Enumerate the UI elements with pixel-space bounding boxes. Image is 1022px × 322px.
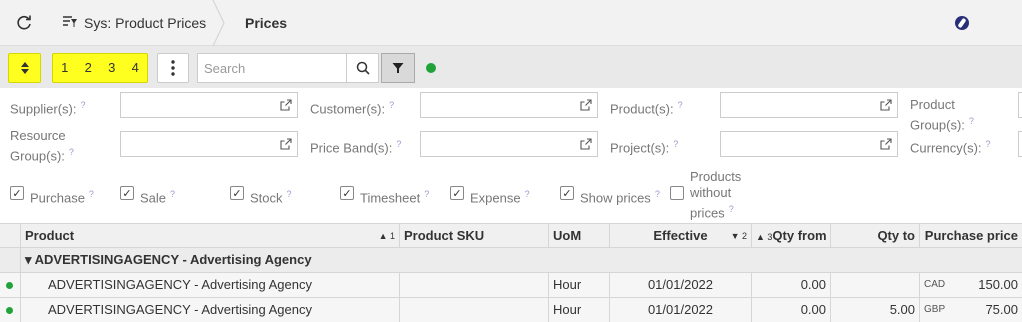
project-label: Project(s):?	[610, 139, 679, 156]
cell-uom: Hour	[549, 273, 610, 297]
show-prices-checkbox[interactable]: ✓	[560, 186, 574, 200]
cell-product: ADVERTISINGAGENCY - Advertising Agency	[21, 298, 400, 322]
sale-checkbox[interactable]: ✓	[120, 186, 134, 200]
row-status	[0, 273, 21, 297]
compass-icon[interactable]	[955, 16, 969, 30]
cell-product: ADVERTISINGAGENCY - Advertising Agency	[21, 273, 400, 297]
cell-sku	[400, 298, 549, 322]
search-icon	[356, 61, 370, 75]
cell-qty-to	[831, 273, 920, 297]
status-indicator	[426, 63, 436, 73]
stock-checkbox[interactable]: ✓	[230, 186, 244, 200]
cell-uom: Hour	[549, 298, 610, 322]
table-row[interactable]: ADVERTISINGAGENCY - Advertising Agency H…	[0, 273, 1022, 298]
supplier-label: Supplier(s):?	[10, 100, 86, 117]
top-header: Sys: Product Prices Prices	[0, 0, 1022, 46]
search-input[interactable]	[197, 53, 347, 83]
resource-group-field[interactable]	[120, 131, 298, 157]
product-field[interactable]	[720, 92, 898, 118]
products-without-prices-checkbox[interactable]	[670, 186, 684, 200]
customer-field[interactable]	[420, 92, 598, 118]
show-prices-label: Show prices?	[580, 189, 660, 206]
open-link-icon[interactable]	[575, 132, 597, 156]
products-without-prices-label: Products without prices?	[690, 169, 742, 221]
currency-field[interactable]	[1018, 131, 1022, 157]
sort-level-3-button[interactable]: 3	[100, 54, 124, 82]
sort-level-1-button[interactable]: 1	[53, 54, 77, 82]
breadcrumb-product-prices[interactable]: Sys: Product Prices	[62, 0, 206, 46]
open-link-icon[interactable]	[275, 93, 297, 117]
cell-effective: 01/01/2022	[610, 273, 752, 297]
column-header-uom[interactable]: UoM	[549, 224, 610, 248]
product-group-field[interactable]	[1018, 92, 1022, 118]
column-header-purchase-price[interactable]: Purchase price	[920, 224, 1022, 248]
breadcrumb-current: Prices	[245, 15, 288, 31]
column-header-effective[interactable]: Effective ▼ 2	[610, 224, 752, 248]
status-dot-icon	[6, 307, 13, 314]
filter-button[interactable]	[381, 53, 415, 83]
purchase-label: Purchase?	[30, 189, 94, 206]
menu-filter-icon	[62, 15, 78, 32]
filter-icon	[392, 63, 404, 73]
cell-purchase-price: CAD 150.00	[924, 277, 1018, 292]
row-status	[0, 298, 21, 322]
refresh-icon[interactable]	[14, 13, 34, 33]
group-row[interactable]: ▾ ADVERTISINGAGENCY - Advertising Agency	[0, 248, 1022, 273]
header-indicator	[0, 224, 21, 248]
sale-label: Sale?	[140, 189, 176, 206]
grid-header: Product ▲ 1 Product SKU UoM Effective ▼ 2 …	[0, 223, 1022, 248]
timesheet-label: Timesheet?	[360, 189, 430, 206]
project-field[interactable]	[720, 131, 898, 157]
status-dot-icon	[6, 282, 13, 289]
price-band-label: Price Band(s):?	[310, 139, 402, 156]
search-button[interactable]	[347, 53, 379, 83]
cell-effective: 01/01/2022	[610, 298, 752, 322]
product-group-label: Product Group(s):?	[910, 97, 974, 133]
cell-sku	[400, 273, 549, 297]
more-options-button[interactable]	[157, 53, 189, 83]
expense-label: Expense?	[470, 189, 530, 206]
open-link-icon[interactable]	[275, 132, 297, 156]
open-link-icon[interactable]	[875, 132, 897, 156]
cell-purchase-price: GBP 75.00	[924, 302, 1018, 317]
group-row-label: ▾ ADVERTISINGAGENCY - Advertising Agency	[25, 252, 312, 267]
column-header-qty-from[interactable]: ▲ 3Qty from	[752, 224, 831, 248]
sort-level-4-button[interactable]: 4	[124, 54, 148, 82]
customer-label: Customer(s):?	[310, 100, 395, 117]
column-header-product[interactable]: Product ▲ 1	[21, 224, 400, 248]
group-indicator	[0, 248, 21, 272]
open-link-icon[interactable]	[875, 93, 897, 117]
cell-qty-from: 0.00	[752, 298, 831, 322]
resource-group-label: Resource Group(s):?	[10, 128, 74, 164]
product-label: Product(s):?	[610, 100, 683, 117]
column-header-sku[interactable]: Product SKU	[400, 224, 549, 248]
purchase-checkbox[interactable]: ✓	[10, 186, 24, 200]
expense-checkbox[interactable]: ✓	[450, 186, 464, 200]
toolbar: 1 2 3 4	[0, 46, 1022, 88]
breadcrumb-separator	[212, 0, 225, 46]
stock-label: Stock?	[250, 189, 292, 206]
supplier-field[interactable]	[120, 92, 298, 118]
open-link-icon[interactable]	[575, 93, 597, 117]
currency-label: Currency(s):?	[910, 139, 991, 156]
sort-toggle-button[interactable]	[8, 53, 41, 83]
column-header-qty-to[interactable]: Qty to	[831, 224, 920, 248]
sort-level-2-button[interactable]: 2	[77, 54, 101, 82]
breadcrumb-label: Sys: Product Prices	[84, 15, 207, 31]
cell-qty-from: 0.00	[752, 273, 831, 297]
price-band-field[interactable]	[420, 131, 598, 157]
cell-qty-to: 5.00	[831, 298, 920, 322]
sort-level-buttons: 1 2 3 4	[52, 53, 148, 83]
timesheet-checkbox[interactable]: ✓	[340, 186, 354, 200]
table-row[interactable]: ADVERTISINGAGENCY - Advertising Agency H…	[0, 298, 1022, 322]
